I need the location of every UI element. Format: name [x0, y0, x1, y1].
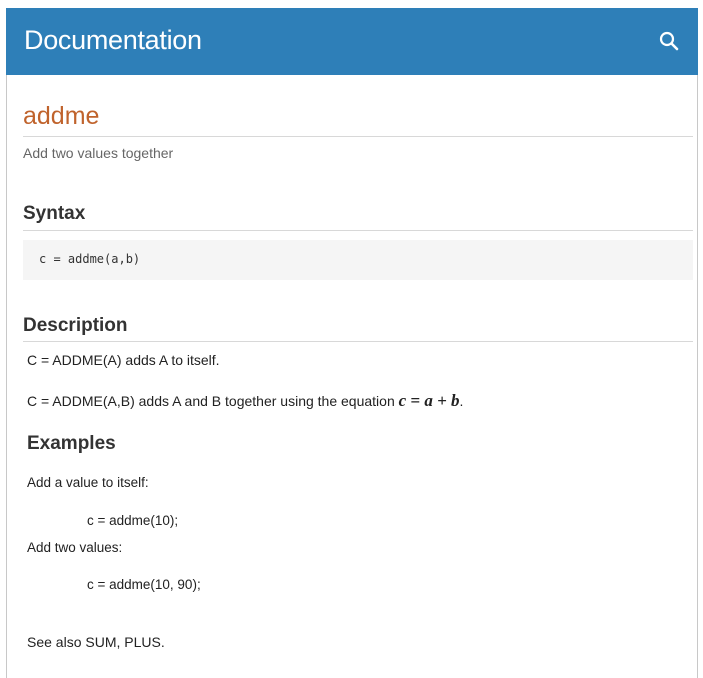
description-line-2-end: .: [459, 393, 464, 409]
description-line-2: C = ADDME(A,B) adds A and B together usi…: [27, 391, 463, 411]
see-also-link-sum[interactable]: SUM: [85, 634, 116, 650]
title-divider: [23, 136, 693, 137]
search-icon[interactable]: [658, 30, 680, 52]
see-also-separator: ,: [116, 634, 121, 650]
example-1-code: c = addme(10);: [87, 513, 179, 528]
description-line-1: C = ADDME(A) adds A to itself.: [27, 352, 220, 368]
equation: c = a + b: [398, 391, 460, 410]
examples-heading: Examples: [27, 433, 116, 454]
see-also: See also SUM, PLUS.: [27, 634, 165, 650]
see-also-suffix: .: [160, 634, 165, 650]
description-line-2-text: C = ADDME(A,B) adds A and B together usi…: [27, 393, 395, 409]
see-also-prefix: See also: [27, 634, 82, 650]
example-1-label: Add a value to itself:: [27, 475, 149, 490]
syntax-code-block: c = addme(a,b): [23, 240, 693, 280]
syntax-heading: Syntax: [23, 203, 86, 224]
syntax-divider: [23, 230, 693, 231]
example-2-code: c = addme(10, 90);: [87, 577, 201, 592]
function-purpose: Add two values together: [23, 145, 174, 161]
description-heading: Description: [23, 315, 128, 336]
example-2-label: Add two values:: [27, 540, 123, 555]
description-divider: [23, 341, 693, 342]
function-name-title: addme: [23, 102, 100, 130]
header-title: Documentation: [24, 25, 202, 55]
header-bar: Documentation: [6, 8, 698, 75]
see-also-link-plus[interactable]: PLUS: [124, 634, 161, 650]
syntax-code: c = addme(a,b): [39, 252, 141, 266]
